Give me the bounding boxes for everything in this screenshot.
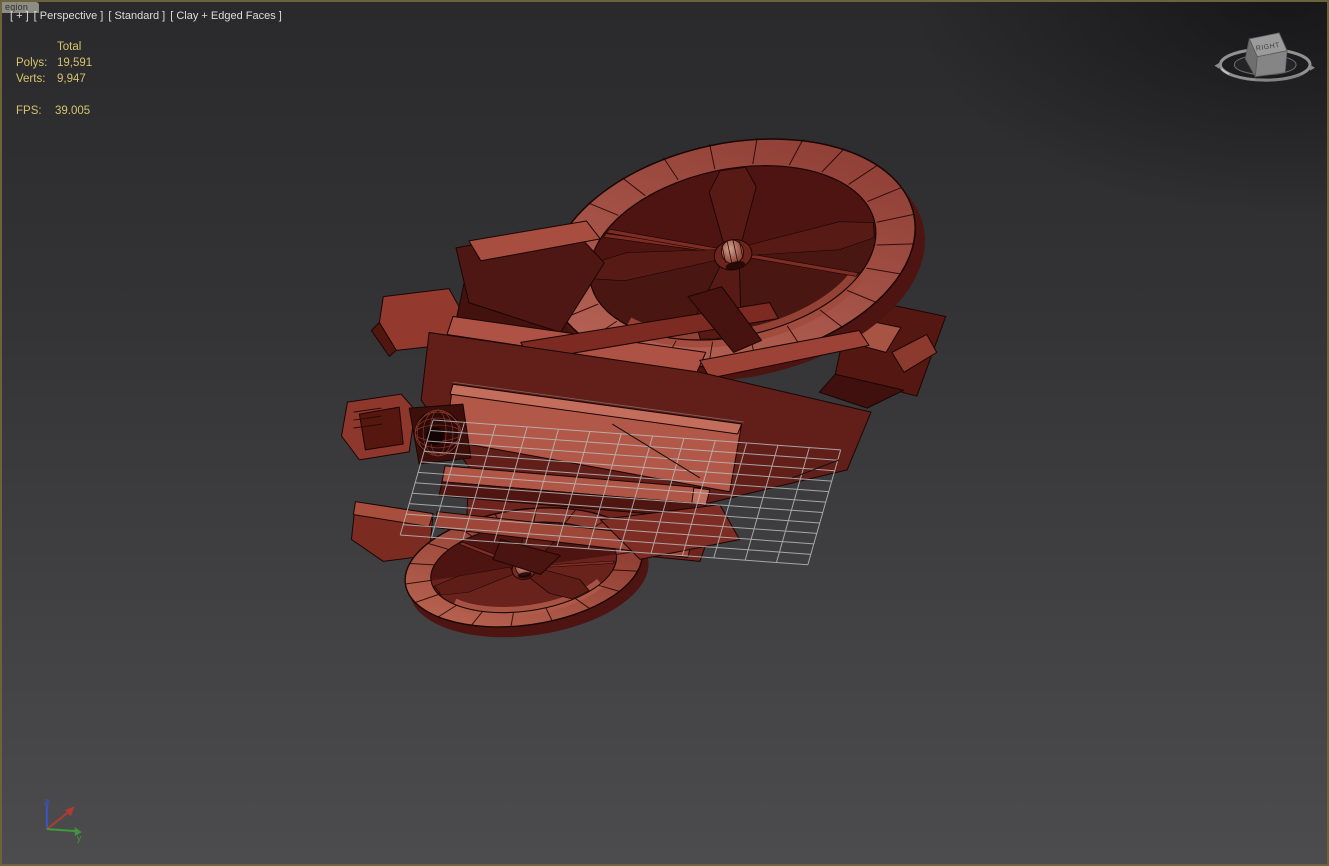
- perspective-viewport[interactable]: RIGHT z y egion [ + ] [ Perspective ] [ …: [0, 0, 1329, 866]
- viewcube[interactable]: RIGHT: [1214, 32, 1315, 82]
- z-axis-label: z: [45, 796, 50, 806]
- x-axis: [46, 809, 72, 830]
- viewport-pov-menu[interactable]: [ Perspective ]: [34, 10, 104, 22]
- stats-total-header: Total: [57, 41, 82, 53]
- sensor-dome: [414, 409, 462, 457]
- stats-fps-label: FPS:: [16, 105, 42, 117]
- stats-verts-value: 9,947: [57, 73, 86, 85]
- viewport-canvas[interactable]: RIGHT z y: [2, 2, 1327, 864]
- viewport-render-preset-menu[interactable]: [ Standard ]: [108, 10, 165, 22]
- y-axis-label: y: [77, 833, 82, 843]
- stats-fps-value: 39.005: [55, 105, 91, 117]
- stats-verts-label: Verts:: [16, 73, 46, 85]
- stats-polys-value: 19,591: [57, 57, 93, 69]
- viewport-label: [ + ] [ Perspective ] [ Standard ] [ Cla…: [10, 10, 282, 22]
- viewport-shading-menu[interactable]: [ Clay + Edged Faces ]: [170, 10, 282, 22]
- stats-polys-label: Polys:: [16, 57, 48, 69]
- drone-model[interactable]: [341, 104, 947, 652]
- viewcube-cube[interactable]: RIGHT: [1244, 32, 1288, 78]
- y-axis: [46, 828, 77, 833]
- world-axis-gizmo: z y: [43, 796, 82, 843]
- viewport-general-menu[interactable]: [ + ]: [10, 10, 29, 22]
